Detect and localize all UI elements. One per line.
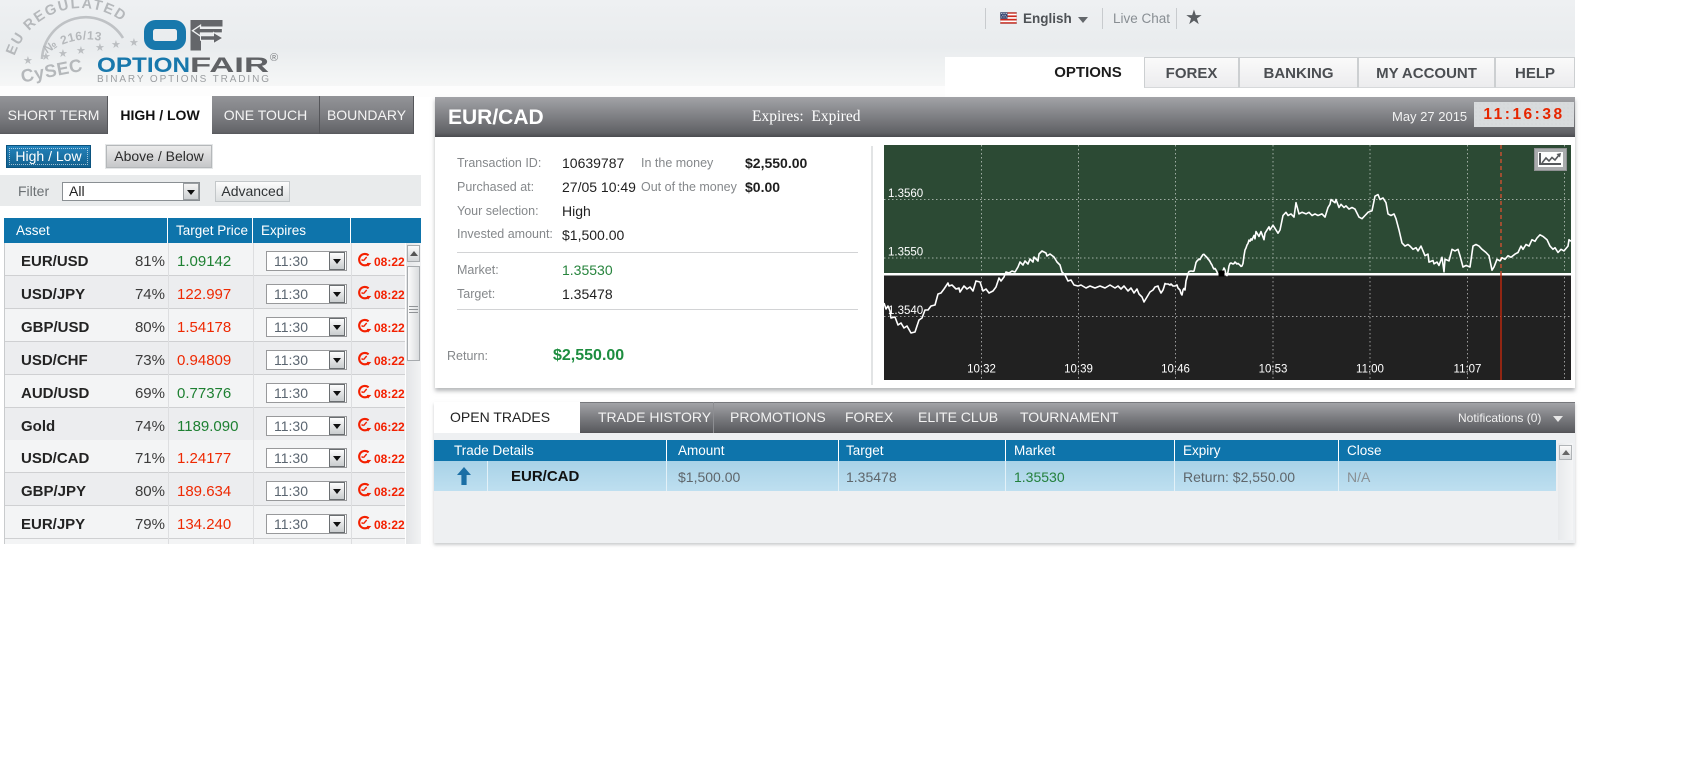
svg-text:10:46: 10:46 [1161,364,1190,376]
svg-text:★: ★ [111,39,121,51]
svg-text:★: ★ [129,37,139,49]
svg-text:11:07: 11:07 [1454,364,1482,376]
svg-text:BINARY OPTIONS TRADING: BINARY OPTIONS TRADING [97,74,269,85]
svg-text:10:53: 10:53 [1259,364,1288,376]
svg-text:11:00: 11:00 [1356,364,1384,376]
svg-text:1.3540: 1.3540 [888,305,923,317]
svg-text:10:39: 10:39 [1064,364,1093,376]
svg-text:1.3550: 1.3550 [888,247,923,259]
svg-text:®: ® [270,52,278,64]
svg-text:1.3560: 1.3560 [888,188,923,200]
svg-text:10:32: 10:32 [967,364,996,376]
